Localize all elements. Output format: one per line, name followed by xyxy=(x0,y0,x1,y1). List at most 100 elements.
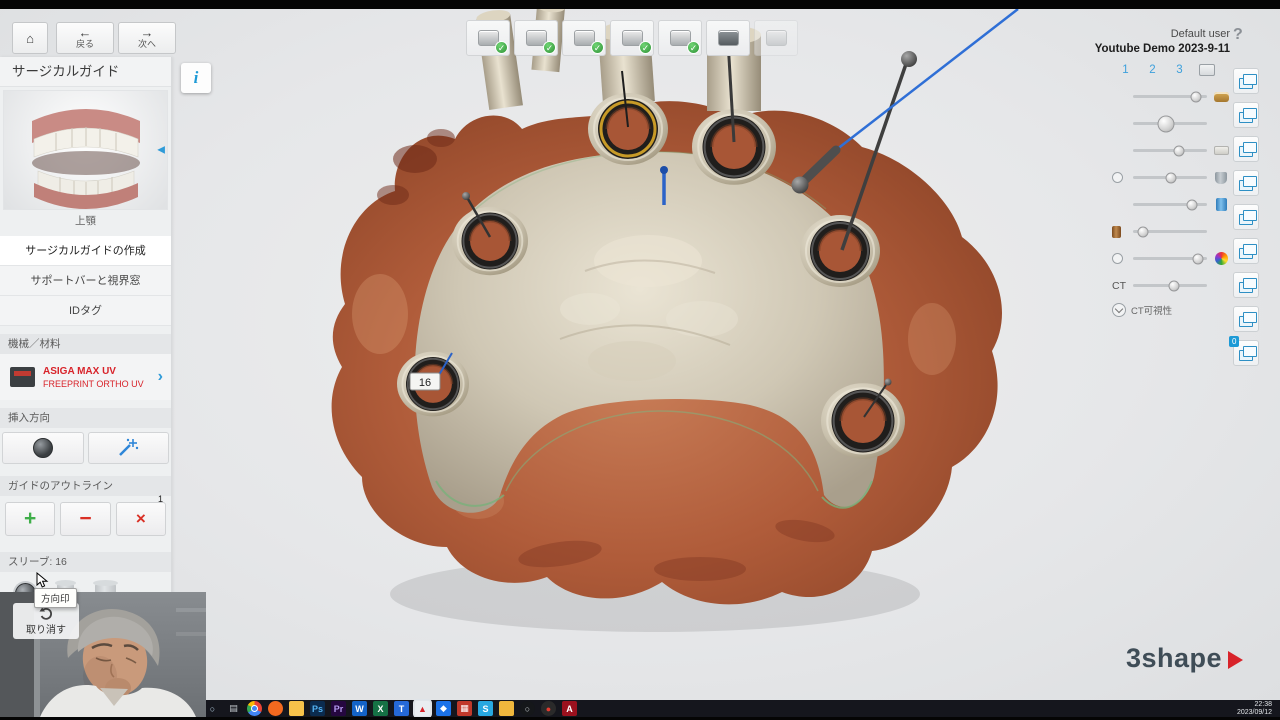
task-view-icon[interactable]: ▤ xyxy=(226,701,241,716)
step-scans[interactable]: ✓ xyxy=(466,20,510,56)
cross-section-icon[interactable] xyxy=(1233,272,1259,298)
slider-track[interactable] xyxy=(1133,176,1207,179)
slider-handle[interactable] xyxy=(1166,172,1177,183)
slider-ct[interactable]: CT xyxy=(1112,277,1230,294)
step-setup[interactable]: ✓ xyxy=(562,20,606,56)
search-icon[interactable]: ○ xyxy=(205,701,220,716)
3shape-app-icon[interactable]: ▲ xyxy=(415,701,430,716)
ct-visibility-toggle[interactable]: CT可視性 xyxy=(1112,303,1230,317)
sleeve-6[interactable] xyxy=(821,383,905,459)
copy-view-icon[interactable] xyxy=(1233,136,1259,162)
slider-abutment-visibility[interactable] xyxy=(1112,223,1230,240)
taskbar-clock[interactable]: 22:38 2023/09/12 xyxy=(1237,701,1272,717)
excel-icon[interactable]: X xyxy=(373,701,388,716)
word-icon[interactable]: W xyxy=(352,701,367,716)
slider-track[interactable] xyxy=(1133,230,1207,233)
radio-dot-icon[interactable] xyxy=(1112,253,1128,264)
outline-add-button[interactable]: + xyxy=(5,502,55,536)
next-button[interactable]: → 次へ xyxy=(118,22,176,54)
arch-preview[interactable]: ◀ xyxy=(3,90,168,210)
flip-arch-arrow[interactable]: ◀ xyxy=(157,145,165,156)
sleeve-1[interactable] xyxy=(588,93,668,165)
chrome-icon[interactable] xyxy=(247,701,262,716)
copy-view-2-icon[interactable] xyxy=(1233,170,1259,196)
chevron-right-icon[interactable]: › xyxy=(158,368,163,386)
sleeve-number-tag[interactable]: 16 xyxy=(410,373,440,390)
slider-handle[interactable] xyxy=(1193,253,1204,264)
radio-dot-icon[interactable] xyxy=(1112,172,1128,183)
browser-orange-icon[interactable] xyxy=(268,701,283,716)
slider-track[interactable] xyxy=(1133,95,1207,98)
annotations-icon[interactable]: 0 xyxy=(1233,340,1259,366)
outline-remove-button[interactable]: − xyxy=(60,502,110,536)
skype-icon[interactable]: S xyxy=(478,701,493,716)
outline-delete-button[interactable]: × xyxy=(116,502,166,536)
record-icon[interactable]: ● xyxy=(541,701,556,716)
user-info: Default user Youtube Demo 2023-9-11 xyxy=(1095,28,1230,55)
3shape-logo: 3shape xyxy=(1126,643,1243,674)
slider-handle[interactable] xyxy=(1173,145,1184,156)
undo-button[interactable]: 取り消す xyxy=(13,603,79,639)
sleeve-3[interactable] xyxy=(452,207,528,275)
copy-view-4-icon[interactable] xyxy=(1233,238,1259,264)
slider-handle[interactable] xyxy=(1187,199,1198,210)
adobe-icon[interactable]: A xyxy=(562,701,577,716)
slider-model-transparency[interactable] xyxy=(1112,115,1230,132)
step-model[interactable]: ✓ xyxy=(514,20,558,56)
step-guide-design[interactable]: ✓ xyxy=(658,20,702,56)
nav-item-id-tag[interactable]: IDタグ xyxy=(0,296,171,326)
slider-track[interactable] xyxy=(1133,149,1207,152)
drill-handle[interactable] xyxy=(792,9,1019,194)
slider-denture-visibility[interactable] xyxy=(1112,88,1230,105)
2d-image-icon[interactable] xyxy=(1233,306,1259,332)
copy-view-3-icon[interactable] xyxy=(1233,204,1259,230)
set-view-direction-button[interactable] xyxy=(2,432,84,464)
slider-sleeve-visibility[interactable] xyxy=(1112,196,1230,213)
insertion-direction-tools xyxy=(0,428,171,468)
nav-item-support-bar[interactable]: サポートバーと視界窓 xyxy=(0,266,171,296)
view-layout-icon[interactable] xyxy=(1233,68,1259,94)
slider-track[interactable] xyxy=(1133,122,1207,125)
obs-icon[interactable]: ○ xyxy=(520,701,535,716)
teeth-icon xyxy=(1214,146,1229,155)
step-sleeves[interactable] xyxy=(706,20,750,56)
slider-color-visibility[interactable] xyxy=(1112,250,1230,267)
red-grid-app-icon[interactable]: ▦ xyxy=(457,701,472,716)
step-finalize[interactable] xyxy=(754,20,798,56)
slider-handle[interactable] xyxy=(1158,115,1175,132)
blue-app-icon[interactable]: ◆ xyxy=(436,701,451,716)
slider-track[interactable] xyxy=(1133,257,1207,260)
home-button[interactable]: ⌂ xyxy=(12,22,48,54)
file-explorer-icon[interactable] xyxy=(289,701,304,716)
user-name: Default user xyxy=(1095,28,1230,40)
view-preset-3[interactable]: 3 xyxy=(1166,64,1193,76)
slider-handle[interactable] xyxy=(1138,226,1149,237)
chevron-circle-icon xyxy=(1112,303,1126,317)
machine-material-selector[interactable]: ASIGA MAX UV FREEPRINT ORTHO UV › xyxy=(0,354,171,400)
auto-insertion-direction-button[interactable] xyxy=(88,432,170,464)
screenshot-icon[interactable] xyxy=(1233,102,1259,128)
nav-item-create-guide[interactable]: サージカルガイドの作成 xyxy=(0,236,171,266)
photoshop-icon[interactable]: Ps xyxy=(310,701,325,716)
section-guide-outline: ガイドのアウトライン xyxy=(0,476,171,496)
teamviewer-icon[interactable]: T xyxy=(394,701,409,716)
slider-track[interactable] xyxy=(1133,203,1207,206)
slider-handle[interactable] xyxy=(1168,280,1179,291)
info-button[interactable]: i xyxy=(181,63,211,93)
slider-scan-visibility[interactable] xyxy=(1112,169,1230,186)
monitor-icon[interactable] xyxy=(1199,64,1215,76)
step-implant-planning[interactable]: ✓ xyxy=(610,20,654,56)
slider-track[interactable] xyxy=(1133,284,1207,287)
back-button[interactable]: ← 戻る xyxy=(56,22,114,54)
view-preset-2[interactable]: 2 xyxy=(1139,64,1166,76)
step-done-check: ✓ xyxy=(495,41,508,54)
slider-handle[interactable] xyxy=(1190,91,1201,102)
help-button[interactable]: ? xyxy=(1233,26,1243,44)
slider-teeth-visibility[interactable] xyxy=(1112,142,1230,159)
sleeve-icon xyxy=(1216,198,1227,211)
clock-date: 2023/09/12 xyxy=(1237,709,1272,717)
sleeve-4[interactable] xyxy=(800,215,880,287)
view-preset-1[interactable]: 1 xyxy=(1112,64,1139,76)
premiere-icon[interactable]: Pr xyxy=(331,701,346,716)
folder-icon[interactable] xyxy=(499,701,514,716)
